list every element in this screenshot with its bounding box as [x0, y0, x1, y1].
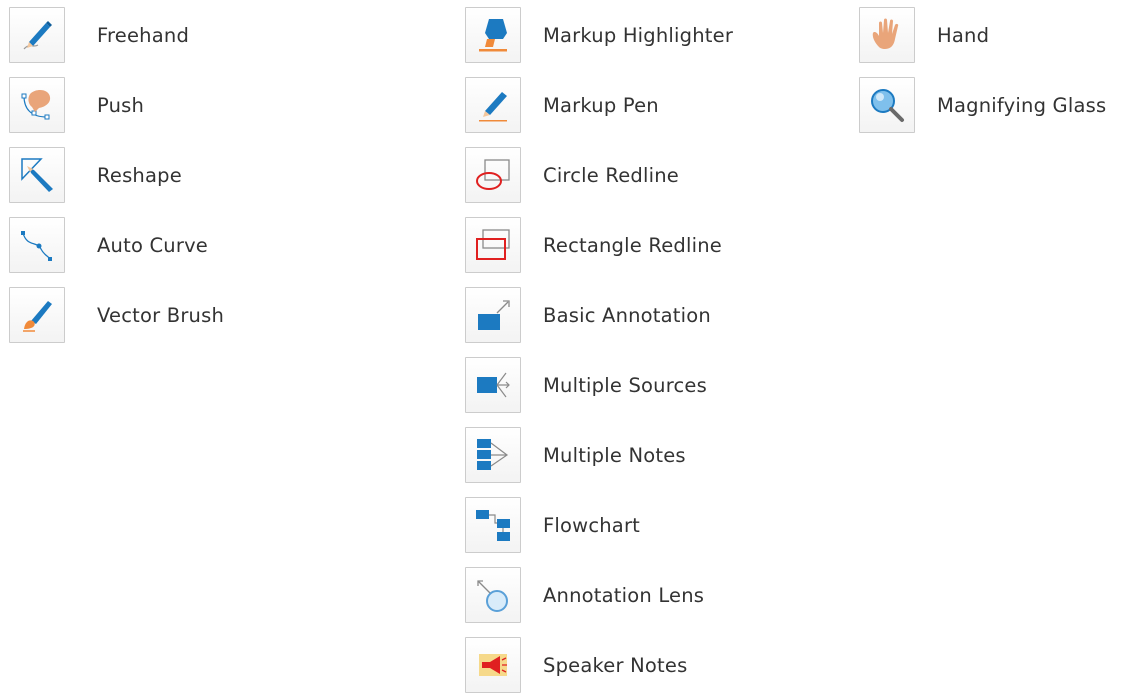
speaker-notes-icon[interactable]: [465, 637, 521, 693]
tool-label: Freehand: [97, 23, 190, 47]
tool-annotation-lens[interactable]: Annotation Lens: [465, 566, 704, 624]
reshape-icon[interactable]: [9, 147, 65, 203]
tool-label: Basic Annotation: [543, 303, 711, 327]
tool-speaker-notes[interactable]: Speaker Notes: [465, 636, 687, 694]
tool-multiple-notes[interactable]: Multiple Notes: [465, 426, 686, 484]
markup-pen-icon[interactable]: [465, 77, 521, 133]
tool-label: Flowchart: [543, 513, 641, 537]
tool-label: Vector Brush: [97, 303, 225, 327]
tool-freehand[interactable]: Freehand: [9, 6, 189, 64]
tool-hand[interactable]: Hand: [859, 6, 989, 64]
tool-label: Annotation Lens: [543, 583, 705, 607]
tool-markup-highlighter[interactable]: Markup Highlighter: [465, 6, 733, 64]
tool-basic-annotation[interactable]: Basic Annotation: [465, 286, 711, 344]
tool-circle-redline[interactable]: Circle Redline: [465, 146, 679, 204]
tool-label: Hand: [937, 23, 990, 47]
push-icon[interactable]: [9, 77, 65, 133]
tool-label: Magnifying Glass: [937, 93, 1107, 117]
tool-label: Rectangle Redline: [543, 233, 722, 257]
multiple-notes-icon[interactable]: [465, 427, 521, 483]
circle-redline-icon[interactable]: [465, 147, 521, 203]
tool-label: Push: [97, 93, 145, 117]
basic-annotation-icon[interactable]: [465, 287, 521, 343]
rectangle-redline-icon[interactable]: [465, 217, 521, 273]
hand-icon[interactable]: [859, 7, 915, 63]
tool-flowchart[interactable]: Flowchart: [465, 496, 640, 554]
tool-rectangle-redline[interactable]: Rectangle Redline: [465, 216, 722, 274]
tool-label: Auto Curve: [97, 233, 209, 257]
magnifying-glass-icon[interactable]: [859, 77, 915, 133]
tool-label: Markup Highlighter: [543, 23, 734, 47]
tool-reshape[interactable]: Reshape: [9, 146, 182, 204]
annotation-lens-icon[interactable]: [465, 567, 521, 623]
vector-brush-icon[interactable]: [9, 287, 65, 343]
tool-vector-brush[interactable]: Vector Brush: [9, 286, 224, 344]
flowchart-icon[interactable]: [465, 497, 521, 553]
tool-push[interactable]: Push: [9, 76, 144, 134]
freehand-icon[interactable]: [9, 7, 65, 63]
tool-auto-curve[interactable]: Auto Curve: [9, 216, 208, 274]
tool-label: Multiple Sources: [543, 373, 707, 397]
multiple-sources-icon[interactable]: [465, 357, 521, 413]
tool-label: Circle Redline: [543, 163, 679, 187]
tool-label: Markup Pen: [543, 93, 659, 117]
tool-multiple-sources[interactable]: Multiple Sources: [465, 356, 707, 414]
tool-markup-pen[interactable]: Markup Pen: [465, 76, 659, 134]
tool-label: Multiple Notes: [543, 443, 686, 467]
auto-curve-icon[interactable]: [9, 217, 65, 273]
tool-label: Reshape: [97, 163, 182, 187]
tool-magnifying-glass[interactable]: Magnifying Glass: [859, 76, 1106, 134]
markup-highlighter-icon[interactable]: [465, 7, 521, 63]
tool-label: Speaker Notes: [543, 653, 688, 677]
